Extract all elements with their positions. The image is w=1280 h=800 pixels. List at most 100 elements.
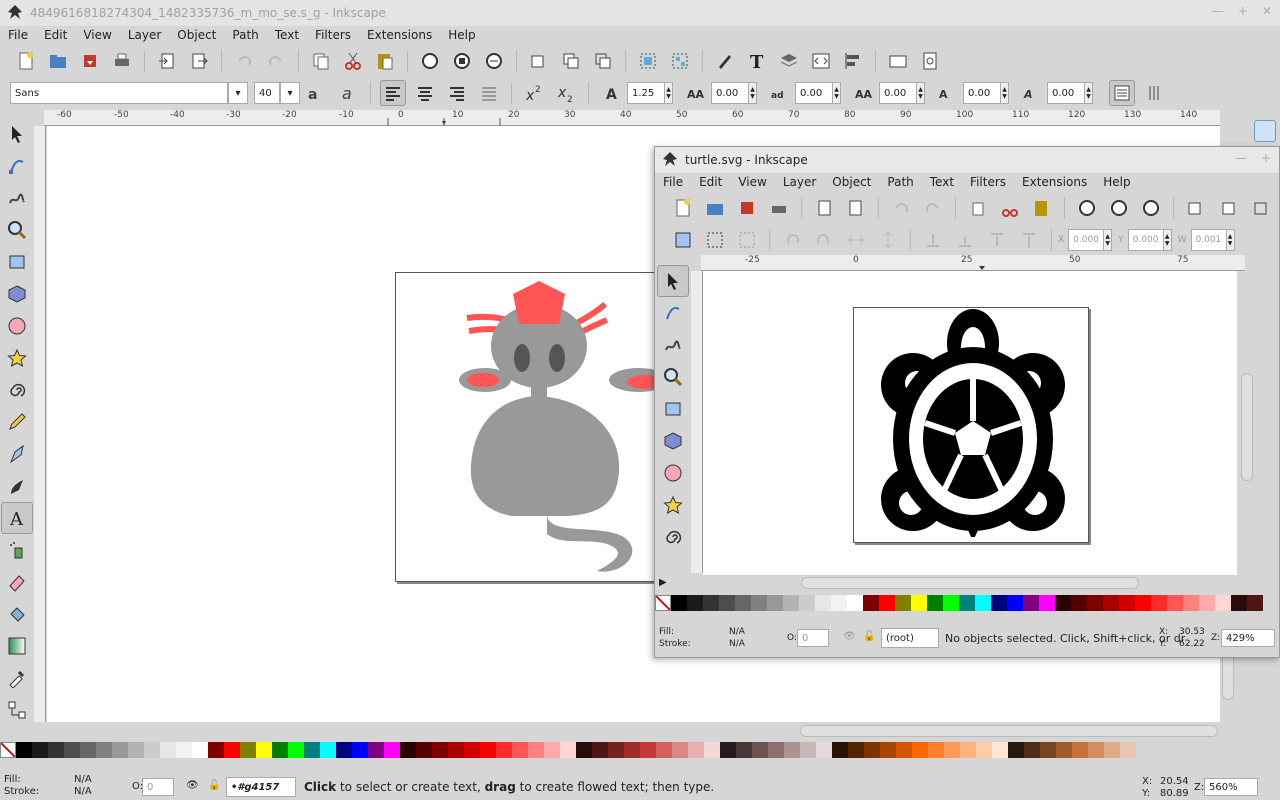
unlink-clone-icon[interactable]: [1247, 195, 1273, 221]
w-input[interactable]: 0.001: [1190, 229, 1227, 251]
color-swatch[interactable]: [240, 742, 256, 758]
preferences-icon[interactable]: [917, 48, 943, 74]
font-family-dropdown-arrow[interactable]: ▾: [228, 82, 248, 104]
toolbox-expand-icon[interactable]: ▶: [659, 577, 667, 588]
document-properties-icon[interactable]: [885, 48, 911, 74]
color-swatch[interactable]: [816, 742, 832, 758]
color-swatch[interactable]: [1056, 742, 1072, 758]
color-swatch[interactable]: [784, 742, 800, 758]
gradient-tool-icon[interactable]: [1, 630, 33, 662]
paste-icon[interactable]: [1029, 195, 1055, 221]
menu-file[interactable]: File: [0, 28, 36, 42]
color-swatch[interactable]: [864, 742, 880, 758]
color-swatch[interactable]: [1008, 742, 1024, 758]
fill-stroke-icon[interactable]: [712, 48, 738, 74]
menu-text[interactable]: Text: [267, 28, 307, 42]
menu-layer[interactable]: Layer: [775, 175, 824, 189]
color-swatch[interactable]: [896, 742, 912, 758]
color-swatch[interactable]: [752, 742, 768, 758]
open-folder-icon[interactable]: [45, 48, 71, 74]
letter-spacing-spinner[interactable]: ▲ ▼: [749, 82, 757, 104]
zoom-tool-icon[interactable]: [1, 214, 33, 246]
color-swatch[interactable]: [320, 742, 336, 758]
ellipse-tool-icon[interactable]: [1, 310, 33, 342]
color-swatch[interactable]: [991, 595, 1007, 611]
subscript-icon[interactable]: x2: [553, 80, 579, 106]
color-swatch[interactable]: [1231, 595, 1247, 611]
menu-layer[interactable]: Layer: [120, 28, 169, 42]
color-swatch[interactable]: [1040, 742, 1056, 758]
color-swatch[interactable]: [687, 595, 703, 611]
color-swatch[interactable]: [560, 742, 576, 758]
color-swatch[interactable]: [288, 742, 304, 758]
eye-visibility-icon[interactable]: 👁: [186, 780, 199, 791]
color-swatch[interactable]: [720, 742, 736, 758]
rectangle-tool-icon[interactable]: [1, 246, 33, 278]
font-style-icon[interactable]: a: [303, 80, 329, 106]
open-folder-icon[interactable]: [702, 195, 728, 221]
color-swatch[interactable]: [1247, 595, 1263, 611]
color-swatch[interactable]: [1039, 595, 1055, 611]
rotation-spinner[interactable]: ▲ ▼: [1085, 82, 1093, 104]
lower-icon[interactable]: [952, 227, 978, 253]
word-spacing-input[interactable]: 0.00: [795, 82, 833, 104]
x-spinner[interactable]: ▲ ▼: [1104, 229, 1113, 251]
zoom-page-icon[interactable]: [1138, 195, 1164, 221]
color-swatch[interactable]: [32, 742, 48, 758]
color-swatch[interactable]: [448, 742, 464, 758]
menu-object[interactable]: Object: [169, 28, 224, 42]
font-size-dropdown-arrow[interactable]: ▾: [280, 82, 300, 104]
align-distribute-icon[interactable]: [840, 48, 866, 74]
color-swatch[interactable]: [751, 595, 767, 611]
color-swatch[interactable]: [592, 742, 608, 758]
3d-box-tool-icon[interactable]: [1, 278, 33, 310]
eraser-tool-icon[interactable]: [1, 566, 33, 598]
color-swatch[interactable]: [783, 595, 799, 611]
color-swatch[interactable]: [496, 742, 512, 758]
ungroup-icon[interactable]: [667, 48, 693, 74]
color-swatch[interactable]: [1088, 742, 1104, 758]
color-swatch[interactable]: [304, 742, 320, 758]
import-icon[interactable]: [154, 48, 180, 74]
x-input[interactable]: 0.000: [1068, 229, 1105, 251]
color-swatch[interactable]: [416, 742, 432, 758]
rotate-ccw-icon[interactable]: [779, 227, 805, 253]
group-icon[interactable]: [635, 48, 661, 74]
color-swatch[interactable]: [928, 742, 944, 758]
menu-help[interactable]: Help: [440, 28, 483, 42]
lock-icon[interactable]: 🔓: [863, 631, 875, 642]
menu-help[interactable]: Help: [1095, 175, 1138, 189]
color-swatch[interactable]: [704, 742, 720, 758]
color-swatch[interactable]: [464, 742, 480, 758]
eye-visibility-icon[interactable]: 👁: [843, 631, 856, 642]
turtle-vertical-scrollbar[interactable]: [1241, 373, 1253, 481]
color-swatch[interactable]: [863, 595, 879, 611]
no-paint-swatch[interactable]: [655, 595, 671, 611]
color-swatch[interactable]: [336, 742, 352, 758]
unlink-clone-icon[interactable]: [590, 48, 616, 74]
color-swatch[interactable]: [112, 742, 128, 758]
font-family-input[interactable]: Sans: [10, 82, 228, 104]
align-left-icon[interactable]: [380, 80, 406, 106]
color-swatch[interactable]: [96, 742, 112, 758]
menu-object[interactable]: Object: [824, 175, 879, 189]
color-swatch[interactable]: [976, 742, 992, 758]
close-button[interactable]: ✕: [1262, 4, 1272, 18]
new-document-icon[interactable]: [670, 195, 696, 221]
main-horizontal-scrollbar[interactable]: [800, 725, 1218, 737]
menu-text[interactable]: Text: [922, 175, 962, 189]
color-swatch[interactable]: [176, 742, 192, 758]
zoom-tool-icon[interactable]: [657, 361, 689, 393]
color-swatch[interactable]: [1024, 742, 1040, 758]
align-right-icon[interactable]: [444, 80, 470, 106]
rectangle-tool-icon[interactable]: [657, 393, 689, 425]
color-swatch[interactable]: [80, 742, 96, 758]
opacity-input[interactable]: 0: [797, 629, 829, 647]
flip-horizontal-icon[interactable]: [843, 227, 869, 253]
clone-icon[interactable]: [558, 48, 584, 74]
color-swatch[interactable]: [1103, 595, 1119, 611]
ellipse-tool-icon[interactable]: [657, 457, 689, 489]
import-icon[interactable]: [811, 195, 837, 221]
color-swatch[interactable]: [992, 742, 1008, 758]
color-swatch[interactable]: [1151, 595, 1167, 611]
